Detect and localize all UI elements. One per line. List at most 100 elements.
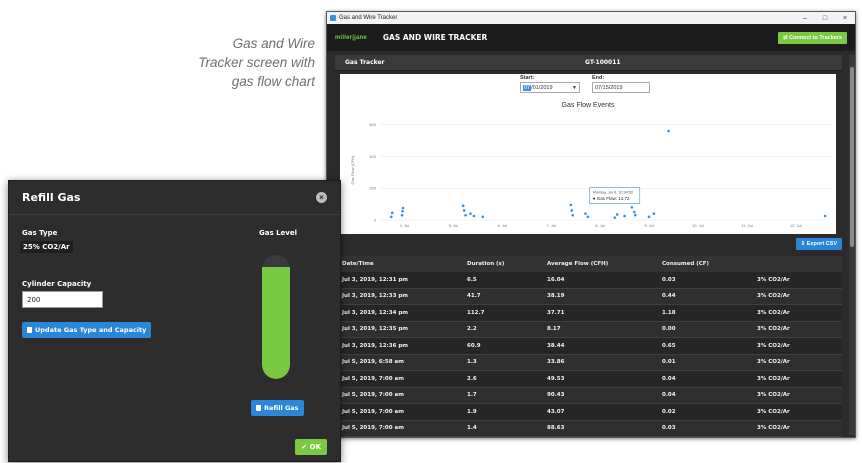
data-point[interactable] <box>667 129 670 133</box>
data-point[interactable] <box>623 214 626 218</box>
data-point[interactable] <box>462 209 466 212</box>
dropdown-arrow-icon[interactable]: ▼ <box>572 85 577 91</box>
data-point[interactable] <box>647 215 651 219</box>
data-point[interactable] <box>481 215 485 219</box>
x-tick-label: 11. Jul <box>741 223 753 228</box>
refill-gas-button[interactable]: Refill Gas <box>251 400 304 416</box>
x-tick-label: 6. Jul <box>498 223 508 228</box>
data-point[interactable] <box>469 212 472 215</box>
start-date-label: Start: <box>520 75 535 81</box>
y-tick-label: 600 <box>369 122 376 127</box>
data-point[interactable] <box>401 206 405 210</box>
tooltip-line-1: Monday, Jul 8, 10:34:50 <box>593 191 633 195</box>
data-point[interactable] <box>652 212 656 215</box>
table-cell: 0.04 <box>662 392 676 399</box>
table-cell: 0.04 <box>662 375 676 382</box>
data-point[interactable] <box>823 214 827 218</box>
data-point[interactable] <box>401 209 404 213</box>
tracker-window: Gas and Wire Tracker – □ × miller|jane G… <box>326 11 856 438</box>
table-cell: 3% CO2/Ar <box>757 342 790 349</box>
x-tick-label: 8. Jul <box>595 223 605 228</box>
table-row[interactable]: Jul 5, 2019, 6:58 am 1.3 33.86 0.01 3% CO2/A… <box>335 354 842 371</box>
table-cell: 49.53 <box>547 375 565 382</box>
data-point[interactable] <box>586 215 590 219</box>
table-cell: 2.6 <box>467 375 477 382</box>
data-point[interactable] <box>571 213 575 217</box>
table-row[interactable]: Jul 3, 2019, 12:31 pm 6.5 16.04 0.03 3% CO2/… <box>335 272 842 289</box>
caption-line-3: gas flow chart <box>231 74 315 89</box>
table-cell: 33.86 <box>547 359 565 366</box>
window-titlebar[interactable]: Gas and Wire Tracker – □ × <box>327 12 855 24</box>
table-cell: 112.7 <box>467 309 485 316</box>
column-header[interactable]: Duration (s) <box>467 261 547 267</box>
table-cell: 0.44 <box>662 293 676 300</box>
data-point[interactable] <box>630 205 634 209</box>
table-cell: 0.03 <box>662 276 676 283</box>
data-point[interactable] <box>389 215 393 219</box>
end-date-input[interactable]: 07/15/2019 <box>592 82 650 93</box>
tracker-label: Gas Tracker <box>345 59 385 66</box>
data-point[interactable] <box>634 213 637 217</box>
table-cell: Jul 5, 2019, 7:00 am <box>342 392 404 399</box>
scrollbar-thumb[interactable] <box>850 67 854 247</box>
update-gas-type-button[interactable]: Update Gas Type and Capacity <box>22 322 152 338</box>
data-point[interactable] <box>615 213 619 216</box>
table-cell: Jul 3, 2019, 12:36 pm <box>342 342 408 349</box>
table-row[interactable]: Jul 5, 2019, 7:00 am 2.6 49.53 0.04 3% CO2/A… <box>335 371 842 388</box>
start-date-input[interactable]: 07 /01/2019 ▼ <box>520 82 580 93</box>
gas-level-label: Gas Level <box>259 229 297 237</box>
chart-title: Gas Flow Events <box>562 102 615 109</box>
column-header[interactable]: Consumed (CF) <box>662 261 757 267</box>
column-header[interactable]: Average Flow (CFH) <box>547 261 662 267</box>
cylinder-capacity-input[interactable]: 200 <box>22 291 103 308</box>
table-row[interactable]: Jul 5, 2019, 7:00 am 1.4 88.63 0.03 3% CO2/A… <box>335 420 842 437</box>
data-point[interactable] <box>584 212 587 215</box>
table-row[interactable]: Jul 5, 2019, 7:00 am 1.9 43.07 0.02 3% CO2/A… <box>335 404 842 421</box>
gas-type-label: Gas Type <box>22 229 58 237</box>
end-date-label: End: <box>592 75 605 81</box>
table-cell: Jul 3, 2019, 12:33 pm <box>342 293 408 300</box>
table-cell: 88.63 <box>547 425 565 432</box>
data-point[interactable] <box>400 213 404 217</box>
data-point[interactable] <box>633 210 636 214</box>
refill-button-label: Refill Gas <box>264 404 299 412</box>
table-row[interactable]: Jul 3, 2019, 12:33 pm 41.7 38.19 0.44 3% CO2… <box>335 288 842 305</box>
table-row[interactable]: Jul 3, 2019, 12:34 pm 112.7 37.71 1.18 3% CO… <box>335 305 842 322</box>
main-content: Gas Tracker GT-100011 Start: 07 /01/2019… <box>335 55 842 437</box>
table-row[interactable]: Jul 5, 2019, 7:00 am 1.7 90.43 0.04 3% CO2/A… <box>335 387 842 404</box>
data-point[interactable] <box>464 213 467 217</box>
scrollbar[interactable] <box>849 55 855 435</box>
ok-button[interactable]: ✔ OK <box>295 439 327 455</box>
maximize-button[interactable]: □ <box>815 15 835 22</box>
data-point[interactable] <box>613 216 617 219</box>
data-point[interactable] <box>390 211 394 215</box>
y-tick-label: 200 <box>369 186 376 191</box>
close-icon[interactable]: × <box>316 192 327 203</box>
data-point[interactable] <box>472 214 476 218</box>
table-cell: 1.9 <box>467 408 477 415</box>
data-point[interactable] <box>461 204 465 208</box>
app-header: miller|jane GAS AND WIRE TRACKER ⇄ Conne… <box>327 24 855 51</box>
table-cell: 2.2 <box>467 326 477 333</box>
close-window-button[interactable]: × <box>835 15 855 22</box>
table-row[interactable]: Jul 3, 2019, 12:36 pm 60.9 38.44 0.65 3% CO2… <box>335 338 842 355</box>
table-cell: 60.9 <box>467 342 481 349</box>
data-point[interactable] <box>569 203 573 207</box>
data-point[interactable] <box>570 209 574 212</box>
dialog-header: Refill Gas × <box>9 181 340 215</box>
column-header[interactable]: Date/Time <box>342 261 467 267</box>
export-csv-button[interactable]: ⇩ Export CSV <box>795 238 842 250</box>
table-cell: 3% CO2/Ar <box>757 425 790 432</box>
gas-level-gauge <box>262 255 290 379</box>
table-cell: Jul 5, 2019, 7:00 am <box>342 375 404 382</box>
table-cell: 3% CO2/Ar <box>757 309 790 316</box>
tooltip-line-2: ● Gas Flow: 14.72 <box>593 196 630 201</box>
table-cell: Jul 3, 2019, 12:34 pm <box>342 309 408 316</box>
x-tick-label: 5. Jul <box>449 223 459 228</box>
y-tick-label: 0 <box>374 218 377 223</box>
refill-icon <box>256 405 261 411</box>
table-row[interactable]: Jul 3, 2019, 12:35 pm 2.2 8.17 0.00 3% CO2/A… <box>335 321 842 338</box>
connect-to-trackers-button[interactable]: ⇄ Connect to Trackers <box>777 31 847 44</box>
minimize-button[interactable]: – <box>795 15 815 22</box>
app-title: GAS AND WIRE TRACKER <box>382 33 488 42</box>
